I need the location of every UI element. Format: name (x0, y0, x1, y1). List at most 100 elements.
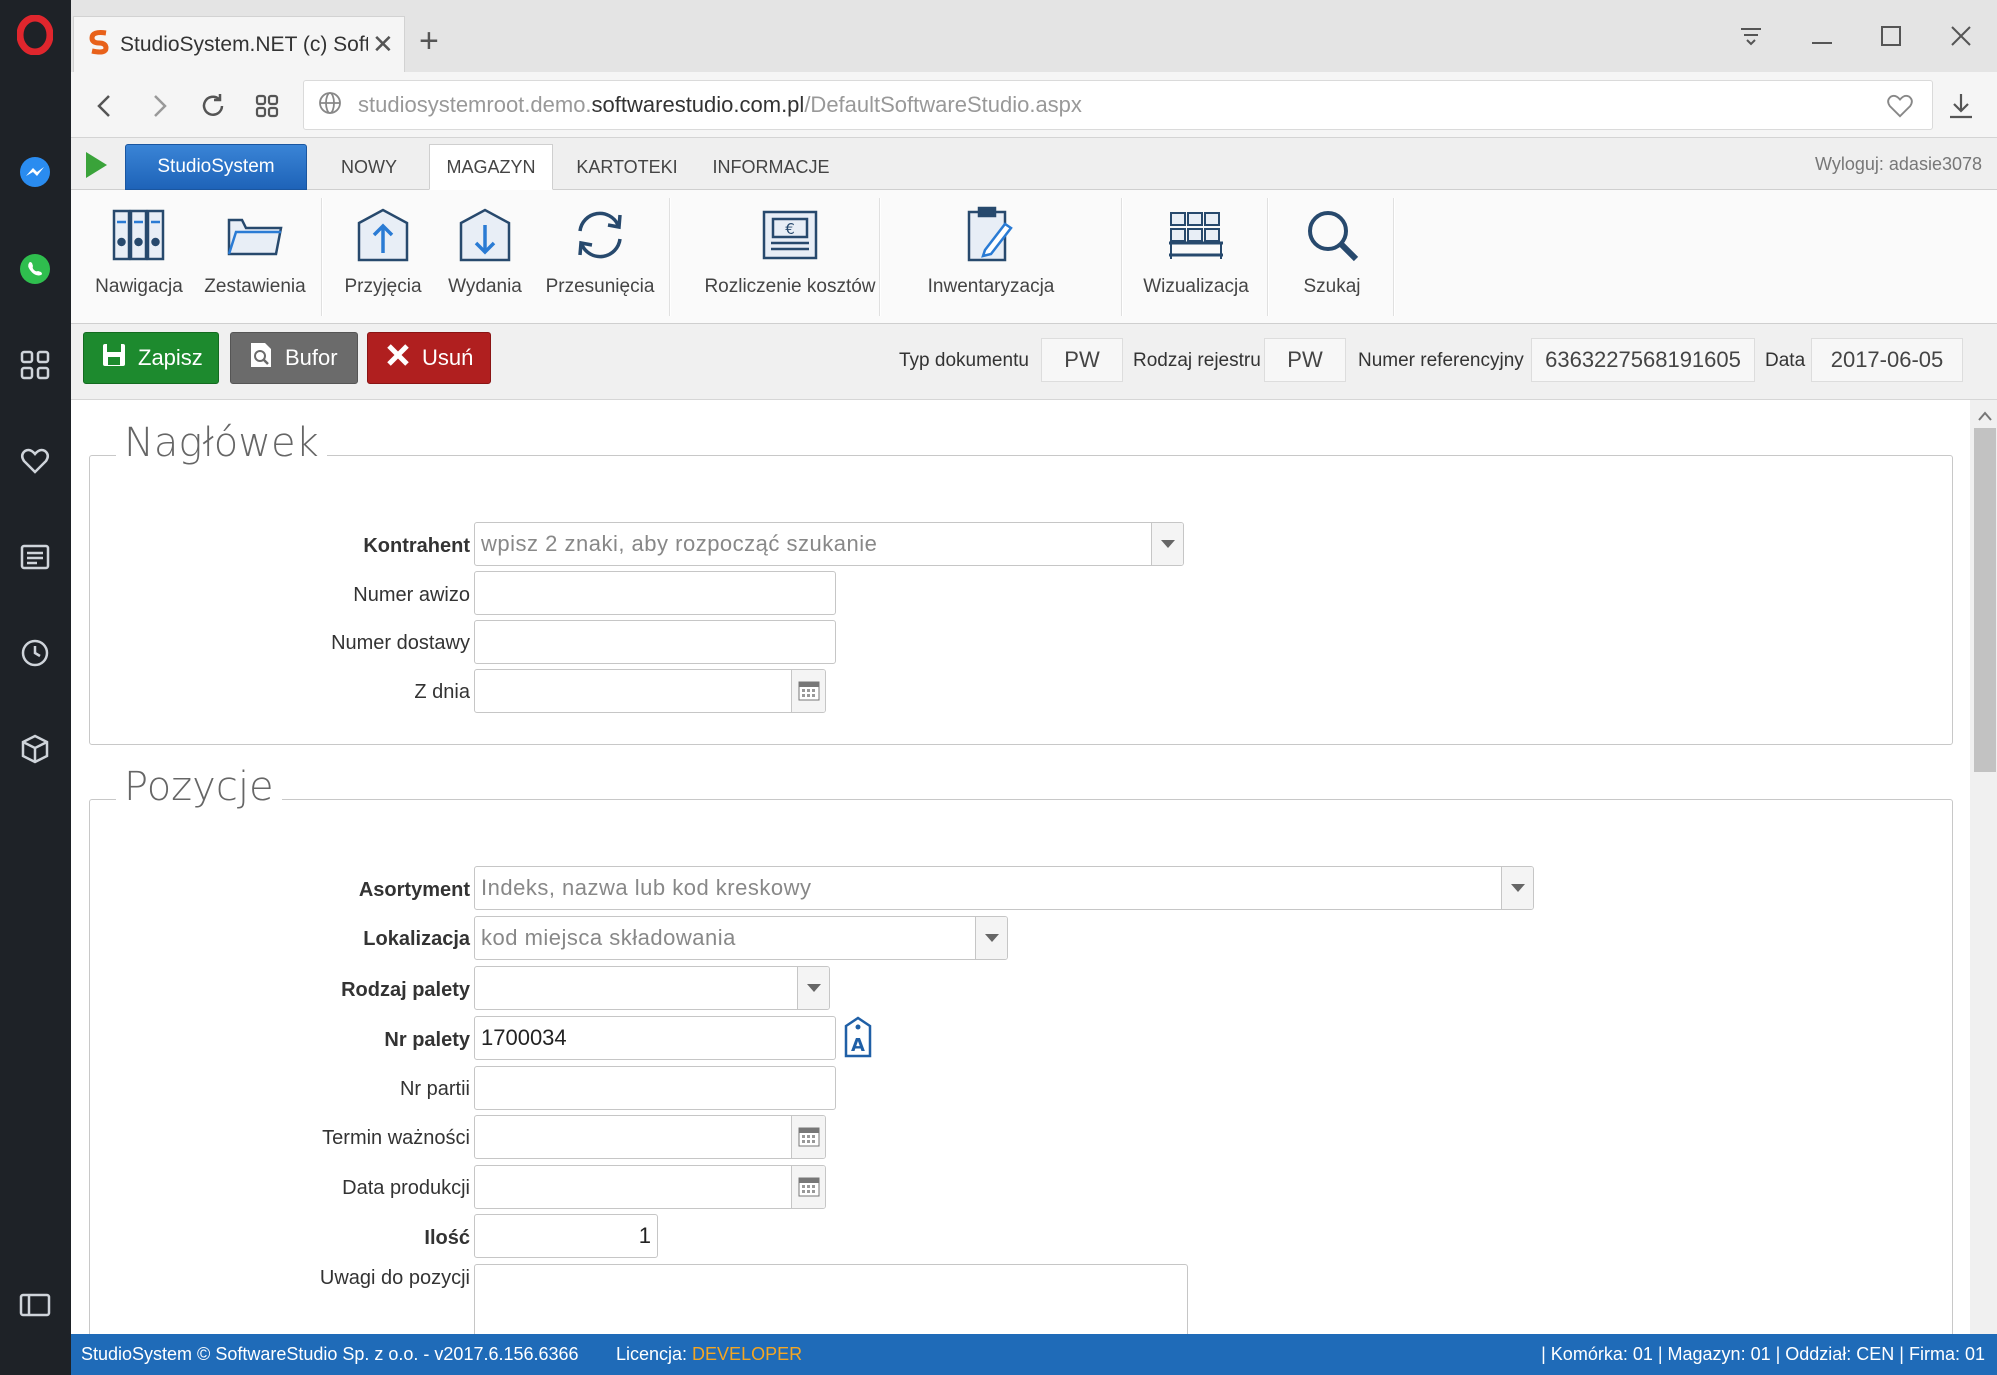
production-date-field[interactable] (474, 1165, 826, 1209)
bookmark-heart-icon[interactable] (1886, 93, 1914, 124)
app-menu-bar: StudioSystem NOWY MAGAZYN KARTOTEKI INFO… (71, 138, 1997, 190)
tab-nowy[interactable]: NOWY (323, 144, 415, 190)
ribbon-label: Rozliczenie kosztów (704, 276, 876, 297)
contractor-combobox[interactable]: wpisz 2 znaki, aby rozpocząć szukanie (474, 522, 1184, 566)
from-date-label: Z dnia (414, 681, 470, 703)
delivery-number-field[interactable] (474, 620, 836, 664)
url-field[interactable]: studiosystemroot.demo.softwarestudio.com… (303, 80, 1933, 130)
brand-tab-studiosystem[interactable]: StudioSystem (125, 144, 307, 190)
chevron-down-icon[interactable] (1501, 867, 1533, 909)
ribbon-wizualizacja-button[interactable]: Wizualizacja (1131, 204, 1261, 314)
reference-number-value: 6363227568191605 (1531, 338, 1755, 382)
extensions-cube-icon[interactable] (14, 728, 56, 770)
ribbon-label: Zestawienia (204, 276, 306, 297)
pallet-number-field[interactable]: 1700034 (474, 1016, 836, 1060)
location-label: Lokalizacja (363, 928, 470, 950)
tab-menu-icon[interactable] (1731, 18, 1771, 54)
svg-text:A: A (851, 1035, 865, 1056)
chevron-down-icon[interactable] (797, 967, 829, 1009)
reload-icon[interactable] (193, 86, 233, 126)
scroll-up-arrow-icon[interactable] (1978, 408, 1992, 426)
batch-number-field[interactable] (474, 1066, 836, 1110)
issue-download-icon (457, 204, 513, 266)
history-clock-icon[interactable] (14, 632, 56, 674)
ribbon-wydania-button[interactable]: Wydania (435, 204, 535, 314)
ribbon-separator (669, 198, 671, 316)
ribbon-szukaj-button[interactable]: Szukaj (1277, 204, 1387, 314)
forward-icon[interactable] (139, 86, 179, 126)
expiry-date-field[interactable] (474, 1115, 826, 1159)
quantity-value: 1 (638, 1223, 651, 1248)
ribbon-label: Szukaj (1303, 276, 1361, 297)
browser-tab[interactable]: StudioSystem.NET (c) Softw ✕ (73, 16, 405, 72)
tabs-grid-icon[interactable] (247, 86, 287, 126)
vertical-scrollbar[interactable] (1970, 400, 1997, 1334)
tab-kartoteki[interactable]: KARTOTEKI (567, 144, 687, 190)
doc-type-value: PW (1041, 338, 1123, 382)
location-combobox[interactable]: kod miejsca składowania (474, 916, 1008, 960)
form-content: Nagłówek Kontrahent wpisz 2 znaki, aby r… (71, 400, 1970, 1334)
logout-link[interactable]: Wyloguj: adasie3078 (1815, 154, 1982, 175)
clipboard-pen-icon (965, 204, 1017, 266)
svg-text:€: € (785, 220, 795, 238)
date-value: 2017-06-05 (1811, 338, 1963, 382)
opera-logo-icon[interactable] (14, 14, 56, 56)
tab-magazyn[interactable]: MAGAZYN (429, 144, 553, 190)
remarks-textarea[interactable] (474, 1264, 1188, 1334)
tab-title: StudioSystem.NET (c) Softw (120, 32, 368, 56)
chevron-down-icon[interactable] (1151, 523, 1183, 565)
minimize-icon[interactable] (1802, 18, 1842, 54)
ribbon-label: Wydania (448, 276, 522, 297)
browser-sidebar (0, 0, 71, 1375)
bookmarks-heart-icon[interactable] (14, 440, 56, 482)
play-icon[interactable] (83, 150, 109, 185)
close-tab-icon[interactable]: ✕ (372, 29, 394, 60)
site-info-globe-icon[interactable] (318, 91, 342, 120)
url-text: studiosystemroot.demo.softwarestudio.com… (358, 92, 1082, 118)
close-window-icon[interactable] (1941, 18, 1981, 54)
calendar-icon[interactable] (791, 670, 825, 712)
delete-button[interactable]: Usuń (367, 332, 491, 384)
maximize-icon[interactable] (1871, 18, 1911, 54)
positions-section: Pozycje Asortyment Indeks, nazwa lub kod… (89, 764, 1953, 1334)
chevron-down-icon[interactable] (975, 917, 1007, 959)
from-date-field[interactable] (474, 669, 826, 713)
advice-number-field[interactable] (474, 571, 836, 615)
x-mark-icon (386, 343, 410, 373)
save-button[interactable]: Zapisz (83, 332, 219, 384)
save-button-label: Zapisz (138, 345, 203, 370)
news-icon[interactable] (14, 536, 56, 578)
calendar-icon[interactable] (791, 1166, 825, 1208)
ribbon-label: Inwentaryzacja (927, 276, 1055, 297)
ribbon-label: Wizualizacja (1143, 276, 1249, 297)
sidebar-toggle-icon[interactable] (14, 1284, 56, 1326)
ribbon-label: Przyjęcia (344, 276, 422, 297)
ribbon-inwentaryzacja-button[interactable]: Inwentaryzacja (891, 204, 1091, 314)
browser-address-bar: studiosystemroot.demo.softwarestudio.com… (71, 72, 1997, 138)
ribbon-zestawienia-button[interactable]: Zestawienia (197, 204, 313, 314)
refresh-icon (572, 204, 628, 266)
assortment-combobox[interactable]: Indeks, nazwa lub kod kreskowy (474, 866, 1534, 910)
ribbon-label: Nawigacja (95, 276, 183, 297)
ribbon-label: Przesunięcia (545, 276, 655, 297)
messenger-icon[interactable] (14, 152, 56, 194)
tab-informacje[interactable]: INFORMACJE (701, 144, 841, 190)
download-icon[interactable] (1941, 86, 1981, 126)
speed-dial-icon[interactable] (14, 344, 56, 386)
header-section: Nagłówek Kontrahent wpisz 2 znaki, aby r… (89, 420, 1953, 745)
ribbon-przesuniecia-button[interactable]: Przesunięcia (541, 204, 659, 314)
new-tab-icon[interactable]: + (419, 24, 439, 58)
ribbon-przyjecia-button[interactable]: Przyjęcia (333, 204, 433, 314)
delivery-number-label: Numer dostawy (331, 632, 470, 654)
label-tag-icon[interactable]: A (842, 1016, 874, 1063)
back-icon[interactable] (85, 86, 125, 126)
scrollbar-thumb[interactable] (1974, 428, 1996, 772)
quantity-field[interactable]: 1 (474, 1214, 658, 1258)
buffer-button[interactable]: Bufor (230, 332, 358, 384)
ribbon-nawigacja-button[interactable]: Nawigacja (81, 204, 197, 314)
calendar-icon[interactable] (791, 1116, 825, 1158)
whatsapp-icon[interactable] (14, 248, 56, 290)
pallet-type-dropdown[interactable] (474, 966, 830, 1010)
production-date-label: Data produkcji (342, 1177, 470, 1199)
ribbon-rozliczenie-kosztow-button[interactable]: € Rozliczenie kosztów (685, 204, 895, 314)
